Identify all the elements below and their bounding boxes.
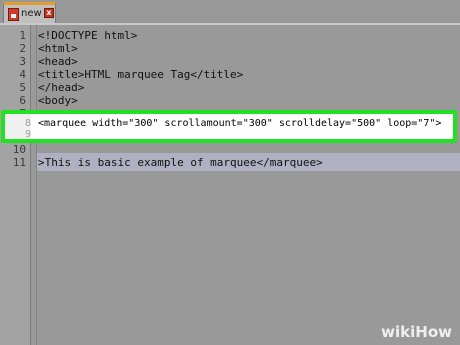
line-number: 1 — [19, 29, 26, 42]
line-number: 10 — [12, 143, 26, 156]
code-line: <head> — [38, 55, 78, 68]
code-line: >This is basic example of marquee</marqu… — [38, 156, 323, 169]
line-number: 11 — [12, 156, 26, 169]
line-number: 9 — [24, 129, 31, 140]
close-icon[interactable]: x — [44, 8, 54, 18]
highlighted-line-box: 8 9 <marquee width="300" scrollamount="3… — [1, 110, 457, 143]
line-number: 5 — [19, 81, 26, 94]
highlight-gutter: 8 9 — [5, 114, 31, 140]
code-line: <html> — [38, 42, 78, 55]
line-number-gutter: 1 2 3 4 5 6 7 10 11 — [0, 25, 31, 345]
line-number: 6 — [19, 94, 26, 107]
watermark-part1: wiki — [381, 323, 416, 341]
line-number: 2 — [19, 42, 26, 55]
file-icon — [8, 8, 19, 21]
code-line: </head> — [38, 81, 85, 94]
tab-new-2[interactable]: new 2 x — [3, 2, 56, 23]
marquee-code-line: <marquee width="300" scrollamount="300" … — [38, 118, 442, 129]
code-line: <title>HTML marquee Tag</title> — [38, 68, 244, 81]
line-number: 8 — [24, 118, 31, 129]
code-line: <!DOCTYPE html> — [38, 29, 138, 42]
line-number: 3 — [19, 55, 26, 68]
tab-bar: new 2 x — [0, 0, 460, 25]
line-number: 4 — [19, 68, 26, 81]
watermark-part2: How — [415, 323, 452, 341]
code-line: <body> — [38, 94, 78, 107]
wikihow-watermark: wikiHow — [381, 323, 452, 341]
